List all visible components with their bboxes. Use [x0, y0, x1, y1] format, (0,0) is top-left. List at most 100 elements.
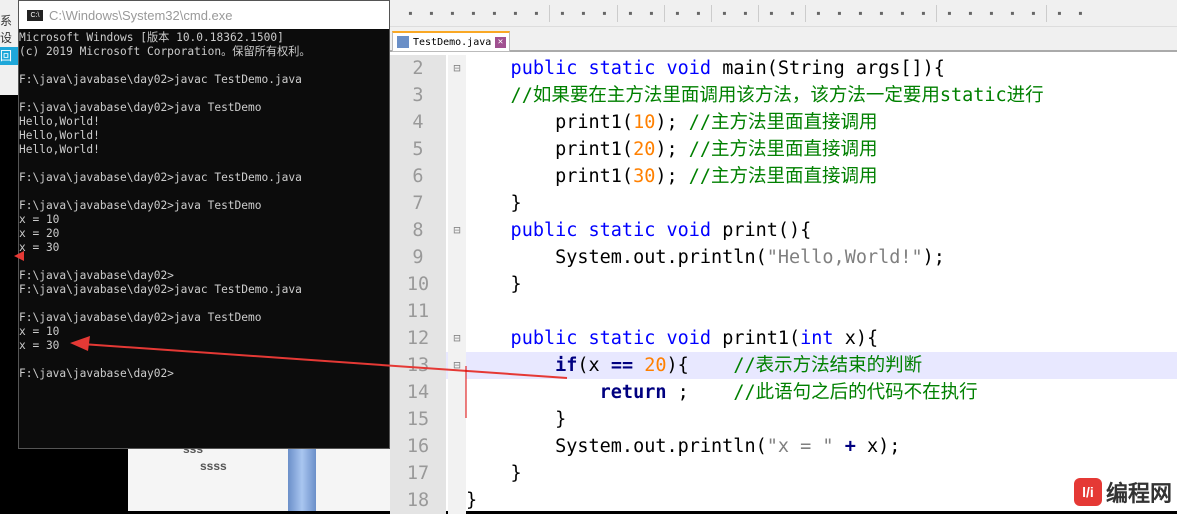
- save-all-icon[interactable]: ▪: [465, 5, 482, 22]
- print-icon[interactable]: ▪: [528, 5, 545, 22]
- code-token: );: [655, 112, 689, 133]
- find-icon[interactable]: ▪: [669, 5, 686, 22]
- code-token: 10: [633, 112, 656, 133]
- code-text: public static void print(){: [466, 217, 812, 244]
- tree-item[interactable]: ssss: [200, 459, 227, 473]
- cmd-output: Microsoft Windows [版本 10.0.18362.1500] (…: [19, 31, 311, 380]
- fold-marker[interactable]: ⊟: [448, 325, 466, 352]
- cmd-window[interactable]: C:\ C:\Windows\System32\cmd.exe Microsoft…: [18, 0, 390, 449]
- wrap-icon[interactable]: ▪: [810, 5, 827, 22]
- record-icon[interactable]: ▪: [941, 5, 958, 22]
- code-token: main(String args[]){: [722, 58, 945, 79]
- code-line[interactable]: 13 ⊟ if(x == 20){ //表示方法结束的判断: [390, 352, 1177, 379]
- code-line[interactable]: 7 }: [390, 190, 1177, 217]
- cmd-icon: C:\: [27, 9, 43, 21]
- fold-marker[interactable]: ⊟: [448, 352, 466, 379]
- redo-icon[interactable]: ▪: [643, 5, 660, 22]
- code-text: public static void main(String args[]){: [466, 55, 945, 82]
- code-line[interactable]: 2 ⊟ public static void main(String args[]…: [390, 55, 1177, 82]
- line-number: 13: [390, 352, 446, 379]
- code-line[interactable]: 4 print1(10); //主方法里面直接调用: [390, 109, 1177, 136]
- code-line[interactable]: 9 System.out.println("Hello,World!");: [390, 244, 1177, 271]
- code-text: public static void print1(int x){: [466, 325, 879, 352]
- code-line[interactable]: 15 }: [390, 406, 1177, 433]
- indent-icon[interactable]: ▪: [852, 5, 869, 22]
- code-token: x);: [855, 436, 901, 457]
- code-line[interactable]: 17 }: [390, 460, 1177, 487]
- undo-icon[interactable]: ▪: [622, 5, 639, 22]
- code-token: //表示方法结束的判断: [733, 355, 923, 376]
- code-token: );: [655, 166, 689, 187]
- toolbar-separator: [805, 4, 806, 22]
- code-line[interactable]: 8 ⊟ public static void print(){: [390, 217, 1177, 244]
- fold-marker: [448, 460, 466, 487]
- folder-icon[interactable]: ▪: [1072, 5, 1089, 22]
- toolbar-separator: [936, 4, 937, 22]
- replace-icon[interactable]: ▪: [690, 5, 707, 22]
- fold-marker[interactable]: ⊟: [448, 55, 466, 82]
- code-line[interactable]: 12 ⊟ public static void print1(int x){: [390, 325, 1177, 352]
- code-line[interactable]: 6 print1(30); //主方法里面直接调用: [390, 163, 1177, 190]
- code-text: }: [466, 406, 566, 433]
- save-macro-icon[interactable]: ▪: [1025, 5, 1042, 22]
- zoom-out-icon[interactable]: ▪: [737, 5, 754, 22]
- line-number: 8: [390, 217, 446, 244]
- code-line[interactable]: 16 System.out.println("x = " + x);: [390, 433, 1177, 460]
- stop-icon[interactable]: ▪: [962, 5, 979, 22]
- code-token: print(){: [722, 220, 812, 241]
- code-token: ){: [666, 355, 734, 376]
- sync-v-icon[interactable]: ▪: [763, 5, 780, 22]
- fold-marker[interactable]: ⊟: [448, 217, 466, 244]
- code-area[interactable]: 2 ⊟ public static void main(String args[]…: [390, 55, 1177, 514]
- code-line[interactable]: 18}: [390, 487, 1177, 514]
- scrollbar[interactable]: [288, 440, 316, 511]
- map-icon[interactable]: ▪: [894, 5, 911, 22]
- code-text: return ; //此语句之后的代码不在执行: [466, 379, 978, 406]
- sync-h-icon[interactable]: ▪: [784, 5, 801, 22]
- tab-testdemo[interactable]: TestDemo.java ✕: [392, 31, 510, 52]
- code-line[interactable]: 10 }: [390, 271, 1177, 298]
- code-token: 20: [633, 139, 656, 160]
- play-multi-icon[interactable]: ▪: [1004, 5, 1021, 22]
- code-token: public static void: [466, 220, 723, 241]
- code-token: 20: [644, 355, 667, 376]
- cmd-title: C:\Windows\System32\cmd.exe: [49, 7, 233, 23]
- func-icon[interactable]: ▪: [915, 5, 932, 22]
- fold-icon[interactable]: ▪: [873, 5, 890, 22]
- code-token: "x = ": [766, 436, 834, 457]
- cut-icon[interactable]: ▪: [554, 5, 571, 22]
- line-number: 15: [390, 406, 446, 433]
- code-line[interactable]: 3 //如果要在主方法里面调用该方法，该方法一定要用static进行: [390, 82, 1177, 109]
- code-token: );: [922, 247, 945, 268]
- watermark-logo: l/i 编程网: [1073, 476, 1172, 508]
- close-icon[interactable]: ✕: [495, 36, 506, 48]
- editor-window: ▪ ▪ ▪ ▪ ▪ ▪ ▪ ▪ ▪ ▪ ▪ ▪ ▪ ▪ ▪ ▪ ▪ ▪ ▪ ▪ ▪ ▪ ▪ ▪ ▪ ▪ ▪ ▪ ▪ ▪ ▪ TestDemo…: [390, 0, 1177, 514]
- show-all-icon[interactable]: ▪: [831, 5, 848, 22]
- code-token: return: [466, 382, 667, 403]
- zoom-in-icon[interactable]: ▪: [716, 5, 733, 22]
- new-icon[interactable]: ▪: [402, 5, 419, 22]
- fold-marker: [448, 136, 466, 163]
- code-token: public static void: [466, 58, 723, 79]
- open-icon[interactable]: ▪: [423, 5, 440, 22]
- code-line[interactable]: 5 print1(20); //主方法里面直接调用: [390, 136, 1177, 163]
- save-icon[interactable]: ▪: [444, 5, 461, 22]
- toolbar-separator: [664, 4, 665, 22]
- code-token: print1(: [466, 112, 634, 133]
- play-icon[interactable]: ▪: [983, 5, 1000, 22]
- line-number: 11: [390, 298, 446, 325]
- cmd-title-bar[interactable]: C:\ C:\Windows\System32\cmd.exe: [19, 1, 389, 29]
- spellcheck-icon[interactable]: ▪: [1051, 5, 1068, 22]
- code-text: //如果要在主方法里面调用该方法，该方法一定要用static进行: [466, 82, 1044, 109]
- code-line[interactable]: 14 return ; //此语句之后的代码不在执行: [390, 379, 1177, 406]
- close-all-icon[interactable]: ▪: [507, 5, 524, 22]
- fold-marker: [448, 379, 466, 406]
- code-token: }: [466, 490, 478, 511]
- copy-icon[interactable]: ▪: [575, 5, 592, 22]
- line-number: 7: [390, 190, 446, 217]
- paste-icon[interactable]: ▪: [596, 5, 613, 22]
- close-icon[interactable]: ▪: [486, 5, 503, 22]
- line-number: 10: [390, 271, 446, 298]
- code-line[interactable]: 11: [390, 298, 1177, 325]
